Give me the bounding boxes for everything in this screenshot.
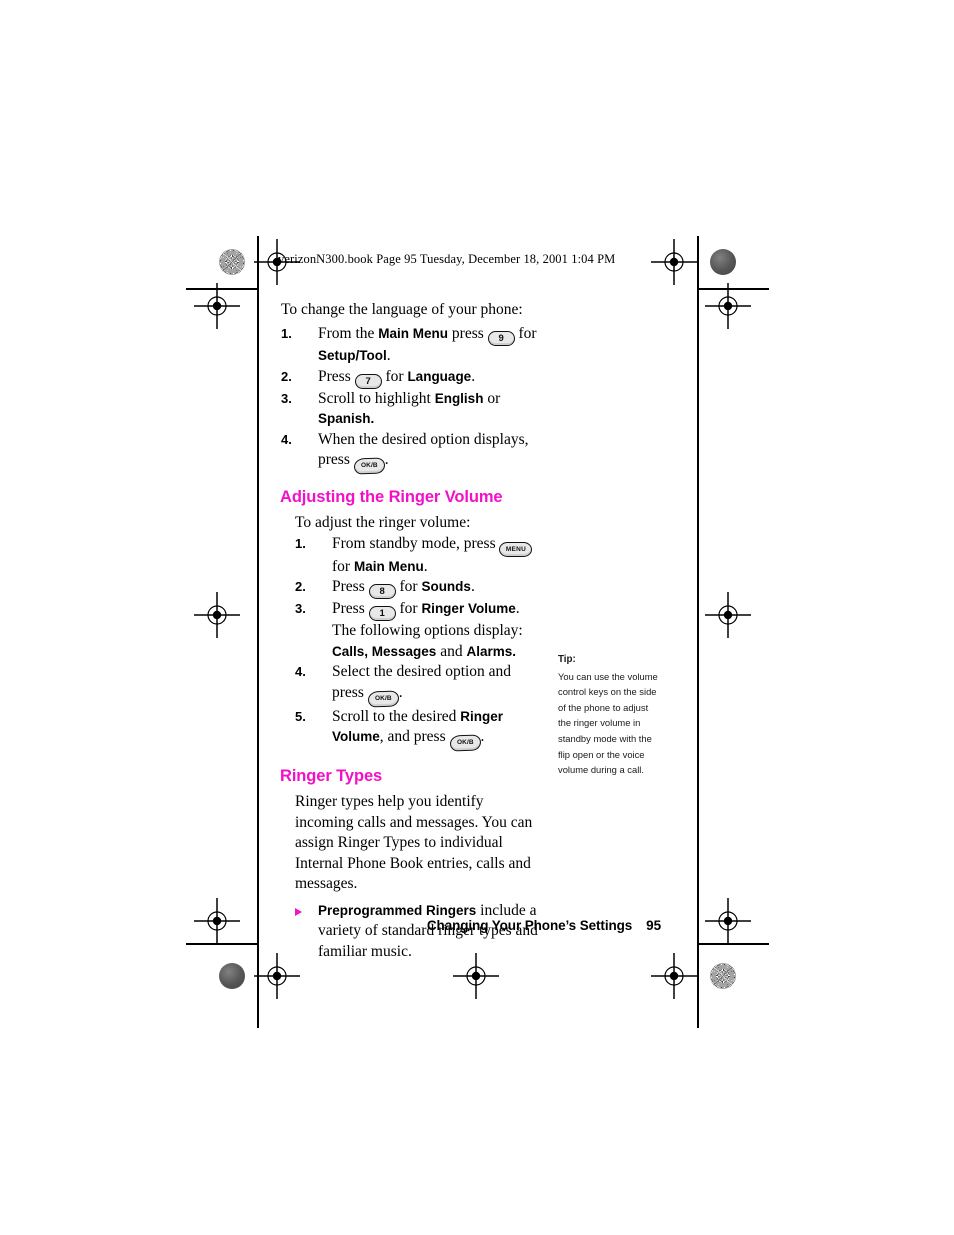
step-text: Press 1 for Ringer Volume. The following…	[332, 600, 523, 660]
numbered-step: 3. Press 1 for Ringer Volume. The followi…	[295, 599, 543, 662]
step-number: 3.	[295, 601, 306, 616]
triangle-bullet-icon	[295, 907, 302, 916]
registration-mark-lower-left-corner	[194, 898, 240, 944]
step-number: 4.	[281, 431, 292, 447]
step-text: Scroll to highlight English or Spanish.	[318, 389, 501, 427]
numbered-step: 1. From standby mode, press MENU for Main…	[295, 534, 543, 578]
numbered-step: 5. Scroll to the desired Ringer Volume, a…	[295, 707, 543, 752]
registration-mark-upper-left-corner	[194, 283, 240, 329]
color-registration-dot-bottom-left	[219, 963, 245, 989]
ringer-types-body: Ringer types help you identify incoming …	[281, 792, 543, 895]
step-text: Select the desired option and press OK/B…	[332, 663, 511, 708]
step-number: 2.	[281, 368, 292, 384]
trim-line-vertical-right-body	[697, 288, 699, 1028]
step-number: 1.	[281, 326, 292, 341]
emphasis-term: Main Menu	[353, 558, 424, 574]
registration-mark-bottom-right	[651, 953, 697, 999]
registration-mark-mid-right	[705, 592, 751, 638]
language-section-lead: To change the language of your phone:	[281, 301, 523, 318]
page-footer: Changing Your Phone’s Settings 95	[281, 918, 661, 933]
emphasis-term: Preprogrammed Ringers	[318, 902, 477, 918]
step-text: When the desired option displays, press …	[318, 431, 529, 475]
trim-line-vertical-right	[697, 236, 699, 288]
main-text-column: To change the language of your phone: 1.…	[280, 300, 543, 962]
ringer-volume-body: To adjust the ringer volume:	[281, 513, 543, 534]
emphasis-term: Calls, Messages	[332, 643, 437, 659]
phone-key-7-icon: 7	[354, 373, 382, 389]
numbered-step: 3. Scroll to highlight English or Spanish…	[281, 389, 543, 430]
registration-mark-lower-right-corner	[705, 898, 751, 944]
ringer-volume-steps-list: 1. From standby mode, press MENU for Main…	[295, 534, 543, 752]
registration-mark-top-right	[651, 239, 697, 285]
phone-key-ok-b-icon: OK/B	[367, 689, 400, 708]
step-number: 2.	[295, 579, 306, 594]
color-registration-dot-top-left	[219, 249, 245, 275]
color-registration-dot-top-right	[710, 249, 736, 275]
numbered-step: 2. Press 8 for Sounds.	[295, 577, 543, 599]
phone-key-ok-b-icon: OK/B	[449, 734, 481, 752]
phone-key-1-icon: 1	[368, 606, 396, 621]
step-number: 3.	[281, 390, 292, 406]
section-heading-adjusting-ringer-volume: Adjusting the Ringer Volume	[280, 488, 503, 506]
step-text: From standby mode, press MENU for Main M…	[332, 535, 533, 575]
trim-line-vertical-left-body	[257, 288, 259, 1028]
tip-text: You can use the volume control keys on t…	[558, 670, 658, 776]
ringer-types-paragraph: Ringer types help you identify incoming …	[295, 793, 533, 892]
numbered-step: 1. From the Main Menu press 9 for Setup/T…	[281, 324, 543, 367]
ringer-volume-lead: To adjust the ringer volume:	[295, 514, 471, 531]
step-number: 1.	[295, 535, 306, 551]
running-head-filename: verizonN300.book Page 95 Tuesday, Decemb…	[278, 252, 616, 266]
emphasis-term: Language	[407, 368, 472, 384]
emphasis-term: Ringer Volume	[421, 601, 516, 616]
tip-label: Tip:	[558, 654, 576, 665]
step-text: Press 8 for Sounds.	[332, 578, 475, 599]
emphasis-term: English	[434, 390, 484, 406]
registration-mark-mid-left	[194, 592, 240, 638]
footer-chapter-title: Changing Your Phone’s Settings	[426, 918, 633, 933]
phone-key-ok-b-icon: OK/B	[353, 457, 386, 475]
numbered-step: 2. Press 7 for Language.	[281, 367, 543, 389]
step-number: 5.	[295, 708, 306, 724]
emphasis-term: Setup/Tool	[318, 348, 387, 363]
language-steps-list: 1. From the Main Menu press 9 for Setup/T…	[281, 324, 543, 475]
manual-page: verizonN300.book Page 95 Tuesday, Decemb…	[0, 0, 954, 1235]
numbered-step: 4. Select the desired option and press OK…	[295, 662, 543, 708]
section-heading-ringer-types: Ringer Types	[280, 767, 383, 785]
emphasis-term: Spanish.	[318, 411, 375, 426]
step-text: Scroll to the desired Ringer Volume, and…	[332, 708, 503, 752]
phone-key-8-icon: 8	[368, 584, 396, 599]
step-number: 4.	[295, 664, 306, 679]
phone-key-menu-icon: MENU	[499, 541, 533, 557]
registration-mark-upper-right-corner	[705, 283, 751, 329]
emphasis-term: Alarms.	[466, 643, 516, 659]
step-text: Press 7 for Language.	[318, 367, 476, 389]
color-registration-dot-bottom-right	[710, 963, 736, 989]
phone-key-9-icon: 9	[487, 331, 515, 346]
emphasis-term: Main Menu	[378, 326, 449, 341]
tip-sidebar: Tip: You can use the volume control keys…	[558, 652, 662, 778]
step-text: From the Main Menu press 9 for Setup/Too…	[318, 325, 537, 364]
numbered-step: 4. When the desired option displays, pres…	[281, 430, 543, 475]
footer-page-number: 95	[646, 918, 661, 933]
emphasis-term: Sounds	[421, 579, 471, 594]
